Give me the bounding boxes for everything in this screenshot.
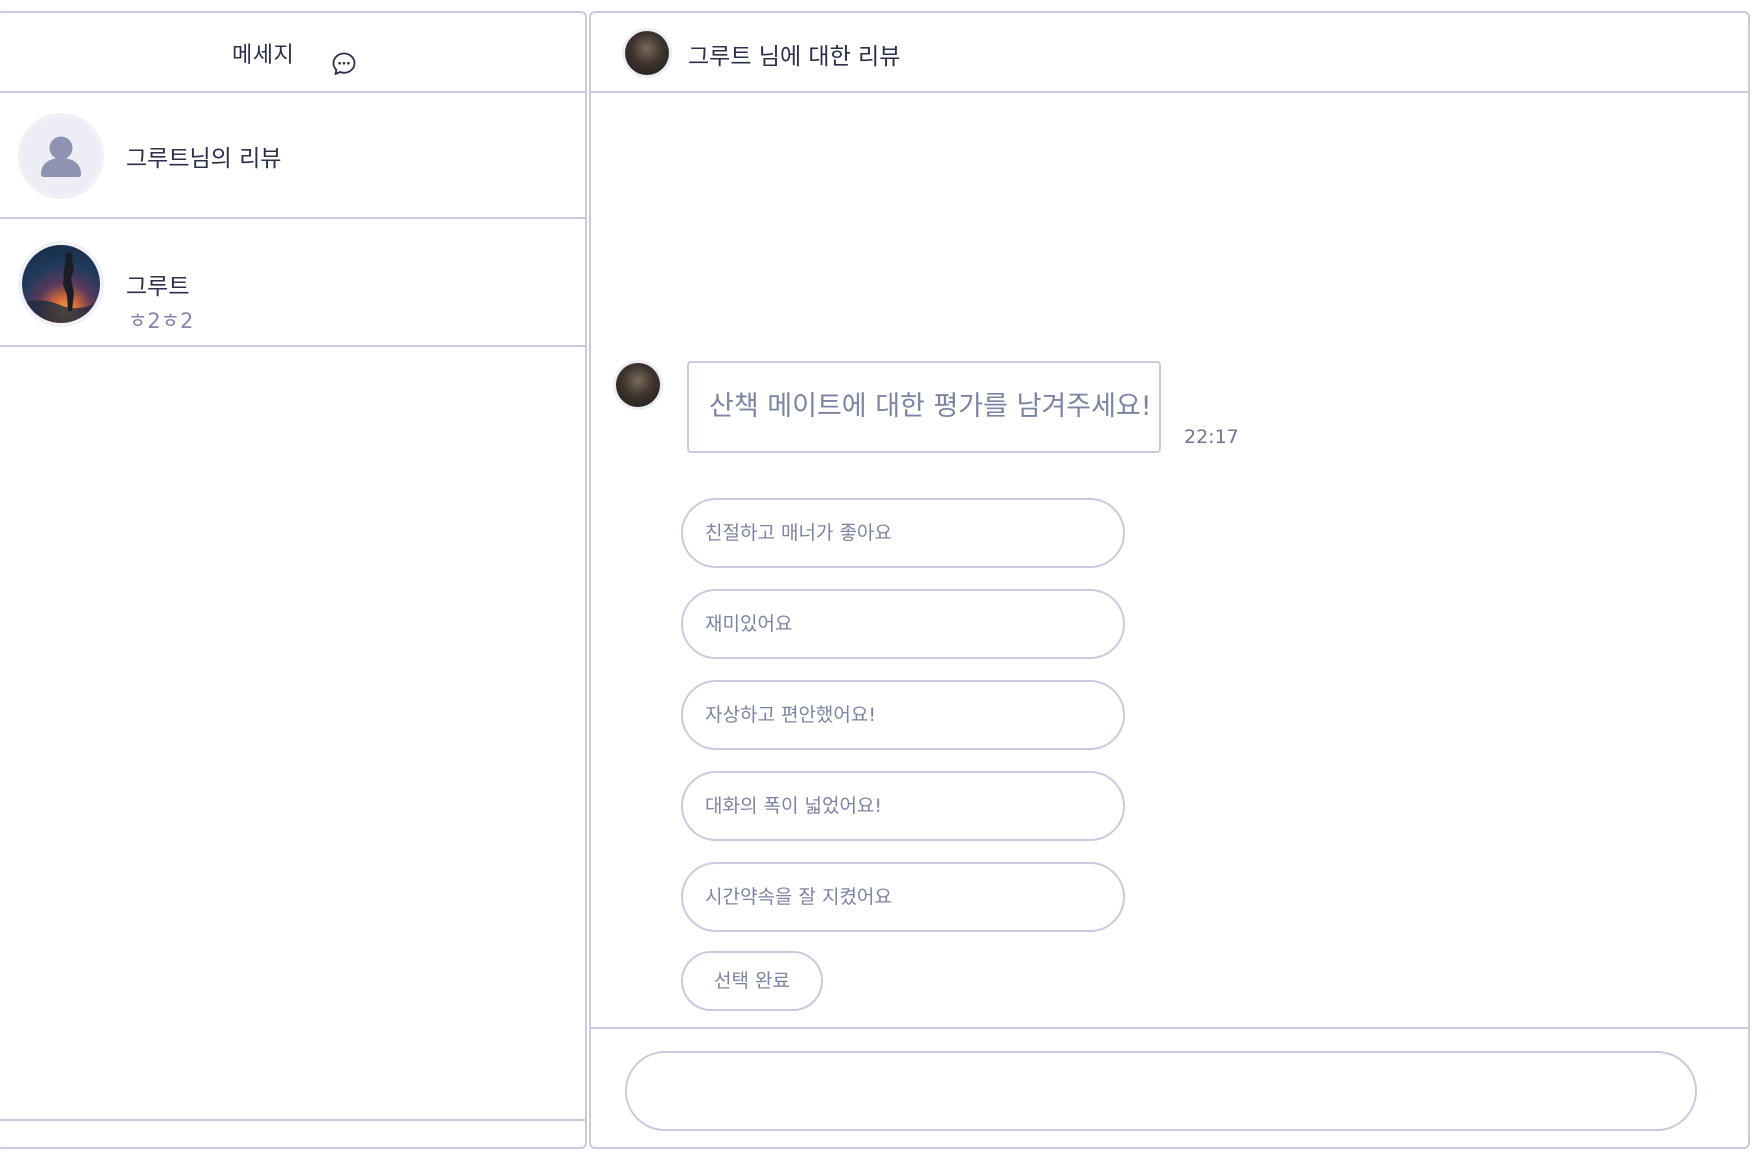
- conversation-item-groot[interactable]: 그루트 ㅎ2ㅎ2: [0, 221, 585, 347]
- message-bubble: 산책 메이트에 대한 평가를 남겨주세요!: [687, 361, 1161, 453]
- message-area: 산책 메이트에 대한 평가를 남겨주세요! 22:17 친절하고 매너가 좋아요…: [591, 93, 1748, 1029]
- header-user-avatar[interactable]: [625, 31, 669, 75]
- message-sender-avatar: [616, 363, 660, 407]
- sidebar-title: 메세지: [232, 43, 295, 68]
- review-option[interactable]: 대화의 폭이 넓었어요!: [681, 771, 1125, 841]
- sidebar-header: 메세지: [0, 13, 585, 93]
- selection-done-button[interactable]: 선택 완료: [681, 951, 823, 1011]
- conversation-name: 그루트: [126, 274, 190, 300]
- conversation-sidebar: 메세지 그루트님의 리뷰 그루트 ㅎ2ㅎ2: [0, 11, 587, 1149]
- person-icon: [41, 136, 81, 177]
- chat-header: 그루트 님에 대한 리뷰: [591, 13, 1748, 93]
- user-photo-avatar: [22, 245, 100, 323]
- chat-title: 그루트 님에 대한 리뷰: [688, 44, 901, 70]
- conversation-item-review[interactable]: 그루트님의 리뷰: [0, 93, 585, 219]
- sidebar-divider: [0, 1119, 585, 1121]
- review-option[interactable]: 시간약속을 잘 지켰어요: [681, 862, 1125, 932]
- message-timestamp: 22:17: [1184, 426, 1239, 448]
- message-input[interactable]: [625, 1051, 1697, 1131]
- chat-panel: 그루트 님에 대한 리뷰 산책 메이트에 대한 평가를 남겨주세요! 22:17…: [589, 11, 1750, 1149]
- review-option[interactable]: 친절하고 매너가 좋아요: [681, 498, 1125, 568]
- default-user-avatar: [22, 117, 100, 195]
- chat-bubble-icon[interactable]: [331, 51, 357, 77]
- conversation-preview: ㅎ2ㅎ2: [128, 309, 194, 333]
- review-option[interactable]: 재미있어요: [681, 589, 1125, 659]
- conversation-name: 그루트님의 리뷰: [126, 146, 282, 172]
- review-option[interactable]: 자상하고 편안했어요!: [681, 680, 1125, 750]
